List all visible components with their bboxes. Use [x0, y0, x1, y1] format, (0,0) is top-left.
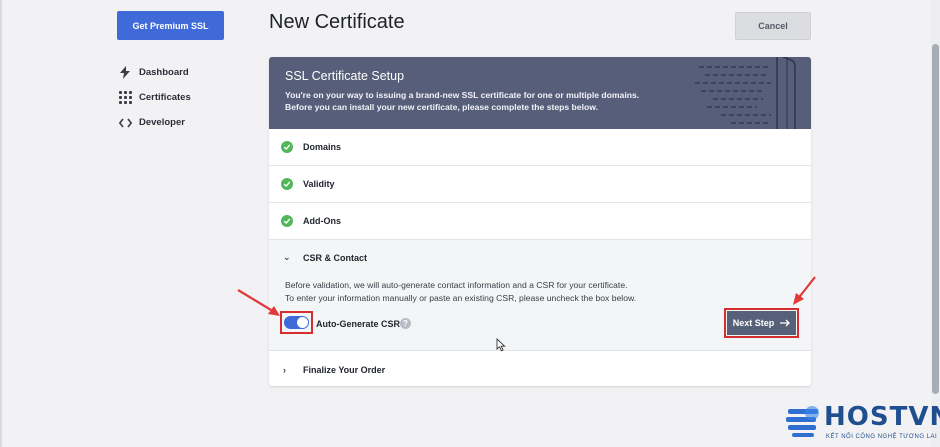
brand-name: HOSTVN	[824, 402, 940, 432]
highlight-box: Next Step	[724, 308, 799, 338]
ssl-setup-card: SSL Certificate Setup You're on your way…	[269, 57, 811, 386]
sidebar-nav: Dashboard Certificates Developer	[118, 60, 191, 135]
step-validity[interactable]: Validity	[269, 166, 811, 203]
auto-generate-csr-toggle[interactable]	[284, 316, 309, 329]
step-domains[interactable]: Domains	[269, 129, 811, 166]
window-edge	[0, 0, 2, 447]
sidebar-item-developer[interactable]: Developer	[118, 110, 191, 135]
cancel-button[interactable]: Cancel	[735, 12, 811, 40]
step-label: Validity	[303, 179, 335, 189]
sidebar-item-label: Dashboard	[139, 67, 189, 78]
highlight-box	[280, 311, 313, 334]
hostvn-logo-icon	[786, 406, 819, 437]
step-finalize-order[interactable]: › Finalize Your Order	[269, 351, 811, 386]
circuit-decoration	[695, 57, 796, 129]
step-add-ons[interactable]: Add-Ons	[269, 203, 811, 240]
step-label: Finalize Your Order	[303, 364, 386, 375]
auto-generate-csr-label: Auto-Generate CSR	[316, 319, 401, 329]
chevron-right-icon: ›	[283, 364, 286, 375]
step-label: CSR & Contact	[303, 252, 368, 263]
hostvn-watermark-logo: HOSTVN KẾT NỐI CÔNG NGHỆ TƯƠNG LAI	[784, 400, 940, 447]
step-label: Add-Ons	[303, 216, 341, 226]
csr-description: Before validation, we will auto-generate…	[285, 279, 636, 305]
csr-step-header[interactable]: ⌄ CSR & Contact	[269, 240, 811, 275]
sidebar-item-label: Developer	[139, 117, 185, 128]
csr-description-line2: To enter your information manually or pa…	[285, 293, 637, 303]
step-label: Domains	[303, 142, 342, 152]
checkmark-icon	[281, 178, 293, 190]
sidebar-item-label: Certificates	[139, 92, 191, 103]
arrow-right-icon	[780, 319, 791, 327]
brand-tagline: KẾT NỐI CÔNG NGHỆ TƯƠNG LAI	[826, 434, 938, 440]
bolt-icon	[118, 66, 132, 80]
scrollbar-thumb[interactable]	[932, 44, 939, 394]
mouse-cursor-icon	[496, 338, 506, 352]
sidebar-item-certificates[interactable]: Certificates	[118, 85, 191, 110]
checkmark-icon	[281, 215, 293, 227]
step-csr-contact: ⌄ CSR & Contact Before validation, we wi…	[269, 240, 811, 351]
chevron-down-icon: ⌄	[283, 252, 291, 262]
code-icon	[118, 116, 132, 130]
toggle-knob	[297, 317, 308, 328]
get-premium-ssl-button[interactable]: Get Premium SSL	[117, 11, 224, 40]
next-step-label: Next Step	[732, 318, 775, 328]
next-step-button[interactable]: Next Step	[727, 311, 796, 335]
setup-header: SSL Certificate Setup You're on your way…	[269, 57, 811, 129]
page-title: New Certificate	[269, 11, 405, 33]
help-icon[interactable]: ?	[400, 318, 411, 329]
grid-icon	[118, 91, 132, 105]
checkmark-icon	[281, 141, 293, 153]
sidebar-item-dashboard[interactable]: Dashboard	[118, 60, 191, 85]
csr-description-line1: Before validation, we will auto-generate…	[285, 280, 628, 290]
